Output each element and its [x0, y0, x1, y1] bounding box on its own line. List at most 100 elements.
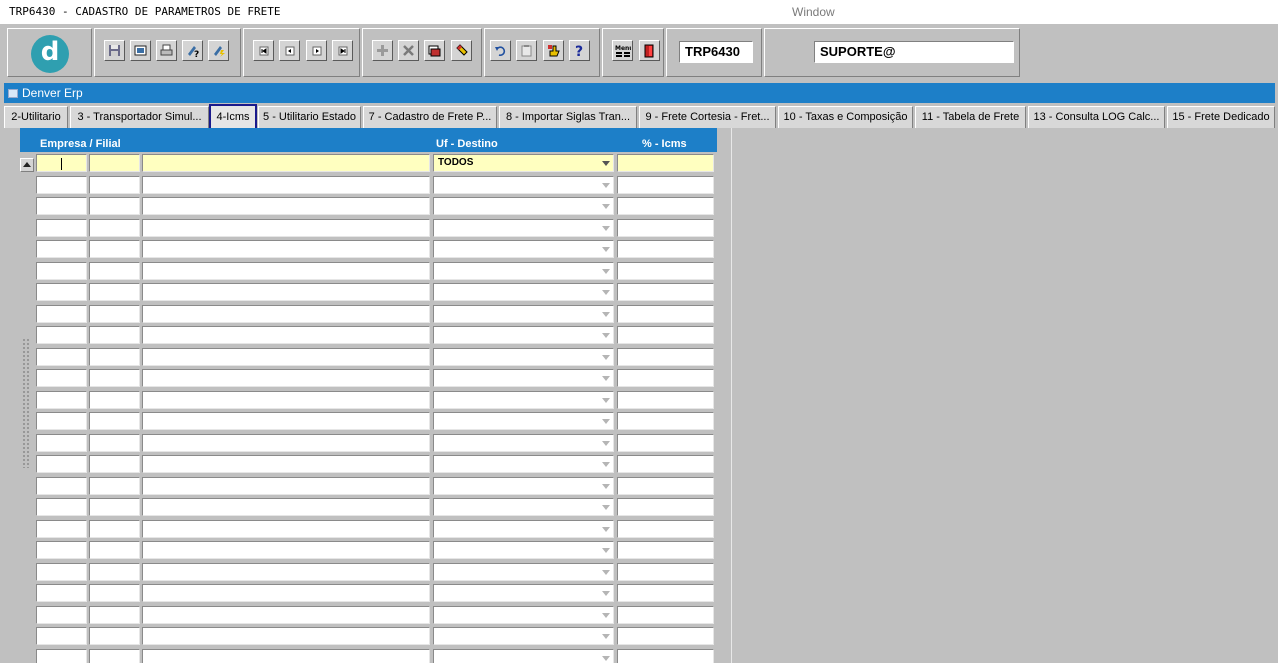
empresa-cell[interactable] — [36, 476, 87, 495]
empresa-cell[interactable] — [36, 304, 87, 323]
tab-transportador-simul[interactable]: 3 - Transportador Simul... — [70, 106, 209, 128]
pct-icms-cell[interactable] — [617, 584, 714, 602]
duplicate-record-icon[interactable] — [424, 40, 445, 61]
empresa-cell[interactable] — [36, 605, 87, 624]
descricao-cell[interactable] — [142, 197, 430, 215]
save-icon[interactable] — [104, 40, 125, 61]
chevron-down-icon[interactable] — [602, 397, 610, 403]
empresa-cell[interactable] — [36, 240, 87, 258]
uf-destino-select[interactable] — [433, 261, 614, 280]
filial-cell[interactable] — [89, 175, 140, 194]
empresa-cell[interactable] — [36, 390, 87, 409]
menu-icon[interactable]: Menu — [612, 40, 633, 61]
filial-cell[interactable] — [89, 304, 140, 323]
uf-destino-select[interactable] — [433, 326, 614, 344]
uf-destino-select[interactable] — [433, 455, 614, 473]
pct-icms-cell[interactable] — [617, 498, 714, 516]
clipboard-icon[interactable] — [516, 40, 537, 61]
pct-icms-cell[interactable] — [617, 154, 714, 172]
undo-icon[interactable] — [490, 40, 511, 61]
filial-cell[interactable] — [89, 412, 140, 430]
chevron-down-icon[interactable] — [602, 311, 610, 317]
pct-icms-cell[interactable] — [617, 541, 714, 559]
tab-consulta-log[interactable]: 13 - Consulta LOG Calc... — [1028, 106, 1165, 128]
chevron-down-icon[interactable] — [602, 591, 610, 596]
descricao-cell[interactable] — [142, 562, 430, 581]
tab-frete-dedicado[interactable]: 15 - Frete Dedicado — [1167, 106, 1275, 128]
pct-icms-cell[interactable] — [617, 175, 714, 194]
filial-cell[interactable] — [89, 433, 140, 452]
uf-destino-select[interactable] — [433, 519, 614, 538]
first-record-icon[interactable] — [253, 40, 274, 61]
pct-icms-cell[interactable] — [617, 369, 714, 387]
scroll-up-button[interactable] — [20, 158, 34, 172]
pct-icms-cell[interactable] — [617, 627, 714, 645]
pct-icms-cell[interactable] — [617, 347, 714, 366]
tab-importar-siglas[interactable]: 8 - Importar Siglas Tran... — [499, 106, 637, 128]
pct-icms-cell[interactable] — [617, 240, 714, 258]
descricao-cell[interactable] — [142, 283, 430, 301]
uf-destino-select[interactable] — [433, 562, 614, 581]
empresa-cell[interactable] — [36, 627, 87, 645]
tab-taxas-composicao[interactable]: 10 - Taxas e Composição — [778, 106, 913, 128]
descricao-cell[interactable] — [142, 433, 430, 452]
empresa-cell[interactable] — [36, 326, 87, 344]
descricao-cell[interactable] — [142, 648, 430, 663]
chevron-down-icon[interactable] — [602, 612, 610, 618]
chevron-down-icon[interactable] — [602, 440, 610, 446]
tab-utilitario-estado[interactable]: 5 - Utilitario Estado — [258, 106, 361, 128]
previous-record-icon[interactable] — [279, 40, 300, 61]
filial-cell[interactable] — [89, 476, 140, 495]
execute-query-icon[interactable] — [208, 40, 229, 61]
descricao-cell[interactable] — [142, 369, 430, 387]
filial-cell[interactable] — [89, 218, 140, 237]
filial-cell[interactable] — [89, 498, 140, 516]
chevron-down-icon[interactable] — [602, 376, 610, 381]
descricao-cell[interactable] — [142, 390, 430, 409]
uf-destino-select[interactable] — [433, 197, 614, 215]
uf-destino-select[interactable] — [433, 584, 614, 602]
delete-record-icon[interactable] — [398, 40, 419, 61]
print-icon[interactable] — [156, 40, 177, 61]
descricao-cell[interactable] — [142, 218, 430, 237]
filial-cell[interactable] — [89, 627, 140, 645]
uf-destino-select[interactable]: TODOS — [433, 154, 614, 172]
chevron-down-icon[interactable] — [602, 333, 610, 338]
filial-cell[interactable] — [89, 240, 140, 258]
pct-icms-cell[interactable] — [617, 562, 714, 581]
filial-cell[interactable] — [89, 326, 140, 344]
chevron-down-icon[interactable] — [602, 483, 610, 489]
pct-icms-cell[interactable] — [617, 476, 714, 495]
uf-destino-select[interactable] — [433, 476, 614, 495]
empresa-cell[interactable] — [36, 369, 87, 387]
query-icon[interactable]: ? — [182, 40, 203, 61]
empresa-cell[interactable] — [36, 648, 87, 663]
empresa-cell[interactable] — [36, 433, 87, 452]
chevron-down-icon[interactable] — [602, 268, 610, 274]
empresa-cell[interactable] — [36, 347, 87, 366]
filial-cell[interactable] — [89, 154, 140, 172]
uf-destino-select[interactable] — [433, 369, 614, 387]
uf-destino-select[interactable] — [433, 605, 614, 624]
uf-destino-select[interactable] — [433, 627, 614, 645]
filial-cell[interactable] — [89, 261, 140, 280]
chevron-down-icon[interactable] — [602, 655, 610, 661]
chevron-down-icon[interactable] — [602, 526, 610, 532]
pct-icms-cell[interactable] — [617, 261, 714, 280]
insert-record-icon[interactable] — [372, 40, 393, 61]
uf-destino-select[interactable] — [433, 412, 614, 430]
descricao-cell[interactable] — [142, 175, 430, 194]
filial-cell[interactable] — [89, 197, 140, 215]
chevron-down-icon[interactable] — [602, 569, 610, 575]
filial-cell[interactable] — [89, 541, 140, 559]
window-menu[interactable]: Window — [792, 5, 835, 19]
pct-icms-cell[interactable] — [617, 304, 714, 323]
pct-icms-cell[interactable] — [617, 648, 714, 663]
chevron-down-icon[interactable] — [602, 634, 610, 639]
descricao-cell[interactable] — [142, 627, 430, 645]
uf-destino-select[interactable] — [433, 218, 614, 237]
filial-cell[interactable] — [89, 562, 140, 581]
empresa-cell[interactable] — [36, 175, 87, 194]
uf-destino-select[interactable] — [433, 240, 614, 258]
descricao-cell[interactable] — [142, 240, 430, 258]
